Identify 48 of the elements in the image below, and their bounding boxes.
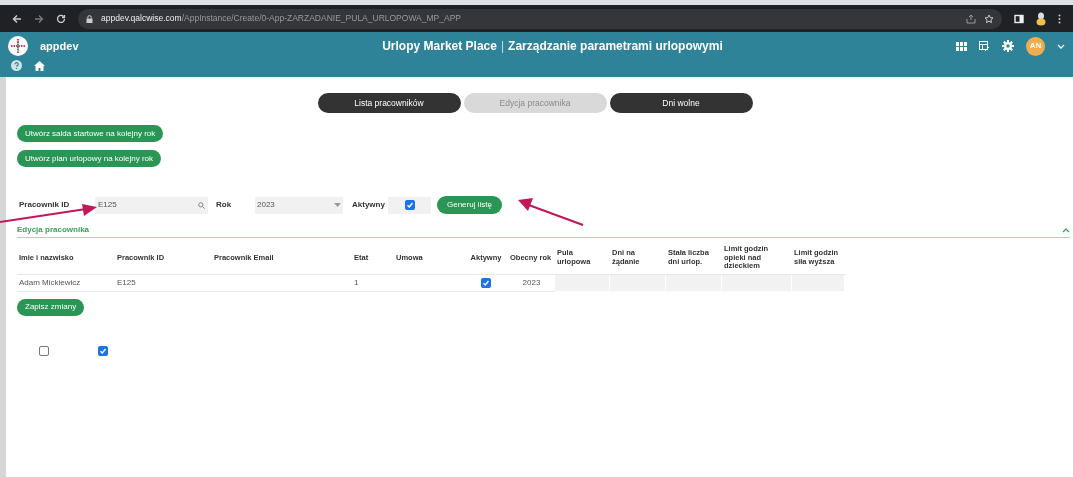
table-cell: Adam Mickiewicz bbox=[19, 277, 81, 289]
checkbox[interactable] bbox=[98, 346, 108, 356]
grid-icon[interactable] bbox=[956, 41, 967, 51]
annotation-arrow bbox=[516, 197, 584, 227]
checkbox[interactable] bbox=[39, 346, 49, 356]
tab[interactable]: Dni wolne bbox=[609, 93, 753, 113]
sidebar-icon[interactable] bbox=[1014, 13, 1024, 24]
section-title[interactable]: Edycja pracownika bbox=[17, 224, 1062, 236]
settings-icon[interactable] bbox=[1002, 40, 1014, 52]
help-icon[interactable] bbox=[11, 60, 22, 71]
home-icon[interactable] bbox=[34, 60, 45, 71]
caret-icon bbox=[334, 203, 341, 207]
url-text: appdev.qalcwise.com/AppInstance/Create/0-App-ZARZADANIE_PULA_URLOPOWA_MP_APP bbox=[101, 12, 461, 25]
field-label: Aktywny bbox=[351, 199, 386, 211]
forward-icon[interactable] bbox=[34, 13, 44, 24]
year-dropdown[interactable]: 2023 bbox=[255, 196, 343, 214]
chevron-up-icon[interactable] bbox=[1062, 227, 1070, 233]
more-icon[interactable] bbox=[1058, 13, 1061, 24]
action-button[interactable]: Utwórz plan urlopowy na kolejny rok bbox=[17, 150, 162, 167]
share-icon[interactable] bbox=[966, 13, 976, 24]
star-icon[interactable] bbox=[984, 13, 994, 24]
table-cell: 2023 bbox=[522, 277, 541, 289]
profile-icon[interactable] bbox=[1036, 11, 1046, 26]
app-title: Urlopy Market Place bbox=[382, 38, 497, 55]
search-icon bbox=[198, 201, 205, 209]
logo-icon bbox=[8, 36, 28, 56]
chevron-down-icon[interactable] bbox=[1057, 43, 1065, 49]
save-button[interactable]: Zapisz zmiany bbox=[17, 298, 85, 316]
employee-id-field[interactable]: E125 bbox=[95, 196, 208, 214]
tab[interactable]: Lista pracowników bbox=[317, 93, 461, 113]
address-bar[interactable]: appdev.qalcwise.com/AppInstance/Create/0-App-ZARZADANIE_PULA_URLOPOWA_MP_APP bbox=[78, 8, 1002, 29]
active-checkbox[interactable] bbox=[404, 200, 415, 210]
table-cell: 1 bbox=[354, 277, 359, 289]
field-label: Pracownik ID bbox=[18, 199, 71, 211]
reload-icon[interactable] bbox=[56, 13, 66, 24]
lock-icon bbox=[86, 14, 93, 23]
page-title: Zarządzanie parametrami urlopowymi bbox=[508, 38, 723, 55]
generate-button[interactable]: Generuj listę bbox=[437, 196, 502, 214]
app-name[interactable]: appdev bbox=[40, 37, 340, 55]
user-avatar[interactable]: AN bbox=[1026, 36, 1045, 56]
back-icon[interactable] bbox=[12, 13, 22, 24]
action-button[interactable]: Utwórz salda startowe na kolejny rok bbox=[17, 125, 164, 142]
field-label: Rok bbox=[215, 199, 233, 211]
tab[interactable]: Edycja pracownika bbox=[463, 93, 607, 113]
table-edit-icon[interactable] bbox=[979, 40, 990, 52]
row-checkbox[interactable] bbox=[481, 278, 491, 288]
table-cell: E125 bbox=[117, 277, 136, 289]
title-separator: | bbox=[500, 38, 505, 55]
